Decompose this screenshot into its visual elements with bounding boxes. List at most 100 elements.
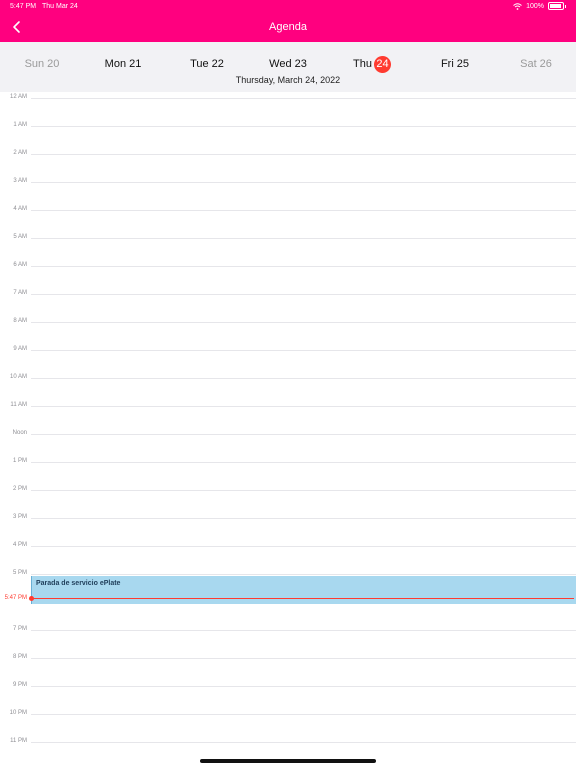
hour-divider: [31, 182, 576, 183]
hour-divider: [31, 126, 576, 127]
status-indicators: 100%: [513, 2, 566, 10]
battery-percent: 100%: [526, 2, 544, 10]
today-number: 24: [373, 56, 391, 73]
day-name: Thu: [353, 58, 372, 70]
hour-label: 9 AM: [13, 346, 27, 352]
hour-divider: [31, 238, 576, 239]
hour-row: 7 PM: [0, 624, 576, 652]
day-name: Sun: [24, 58, 45, 70]
day-fri[interactable]: Fri 25: [425, 56, 485, 72]
hour-row: 10 AM: [0, 372, 576, 400]
hour-divider: [31, 378, 576, 379]
wifi-icon: [513, 2, 522, 10]
hour-row: 9 AM: [0, 344, 576, 372]
hour-divider: [31, 574, 576, 575]
hour-label: 5 PM: [12, 570, 27, 576]
battery-icon: [548, 2, 564, 10]
hour-row: 7 AM: [0, 288, 576, 316]
hour-label: 11 PM: [10, 738, 27, 744]
event-block[interactable]: Parada de servicio ePlate: [31, 576, 576, 604]
hour-divider: [31, 658, 576, 659]
day-sun[interactable]: Sun 20: [12, 56, 72, 72]
hour-row: 11 AM: [0, 400, 576, 428]
hour-row: 9 PM: [0, 680, 576, 708]
week-strip: Sun 20 Mon 21 Tue 22 Wed 23 Thu 24 Fri 25 Sat 2…: [0, 42, 576, 92]
hour-row: 6 AM: [0, 260, 576, 288]
hour-label: 12 AM: [9, 94, 27, 100]
hour-divider: [31, 350, 576, 351]
hour-row: 2 PM: [0, 484, 576, 512]
hour-divider: [31, 154, 576, 155]
hour-label: Noon: [12, 430, 27, 436]
hour-label: 7 AM: [13, 290, 27, 296]
hour-divider: [31, 686, 576, 687]
hour-row: 5 AM: [0, 232, 576, 260]
hour-label: 8 AM: [13, 318, 27, 324]
hour-divider: [31, 266, 576, 267]
day-sat[interactable]: Sat 26: [506, 56, 566, 72]
current-time-label: 5:47 PM: [4, 595, 27, 601]
hour-label: 5 AM: [13, 234, 27, 240]
hour-row: 4 PM: [0, 540, 576, 568]
header-bar: 5:47 PM Thu Mar 24 100% Agenda: [0, 0, 576, 42]
selected-date: Thursday, March 24, 2022: [235, 75, 341, 85]
status-time: 5:47 PM: [10, 3, 37, 10]
hour-divider: [31, 98, 576, 99]
hour-label: 10 PM: [9, 710, 27, 716]
day-tue[interactable]: Tue 22: [177, 56, 237, 72]
day-name: Sat: [520, 58, 537, 70]
hour-label: 1 PM: [12, 458, 27, 464]
hour-label: 4 AM: [13, 206, 27, 212]
day-number: 23: [294, 58, 307, 70]
day-number: 25: [456, 58, 470, 70]
day-number: 20: [47, 58, 60, 70]
hour-row: 2 AM: [0, 148, 576, 176]
hour-label: 9 PM: [12, 682, 27, 688]
hour-label: 3 AM: [13, 178, 27, 184]
hour-divider: [31, 546, 576, 547]
hour-label: 6 AM: [13, 262, 27, 268]
day-mon[interactable]: Mon 21: [93, 56, 153, 72]
hour-label: 2 PM: [12, 486, 27, 492]
day-number: 22: [211, 58, 224, 70]
hour-label: 3 PM: [12, 514, 27, 520]
hour-row: Noon: [0, 428, 576, 456]
hour-label: 1 AM: [13, 122, 27, 128]
hour-label: 2 AM: [13, 150, 27, 156]
hour-row: 3 AM: [0, 176, 576, 204]
day-name: Mon: [104, 58, 127, 70]
day-thu-today[interactable]: Thu 24: [342, 56, 402, 73]
day-name: Wed: [269, 58, 292, 70]
hour-label: 10 AM: [9, 374, 27, 380]
day-number: 26: [539, 58, 552, 70]
hour-label: 8 PM: [12, 654, 27, 660]
hour-divider: [31, 210, 576, 211]
hour-row: 12 AM: [0, 92, 576, 120]
home-indicator[interactable]: [200, 759, 376, 763]
hour-divider: [31, 322, 576, 323]
hour-divider: [31, 630, 576, 631]
hour-label: 4 PM: [12, 542, 27, 548]
hour-row: 10 PM: [0, 708, 576, 736]
current-time-dot: [29, 596, 34, 601]
hour-label: 11 AM: [10, 402, 27, 408]
hour-divider: [31, 406, 576, 407]
hour-divider: [31, 294, 576, 295]
hour-row: 3 PM: [0, 512, 576, 540]
hour-divider: [31, 490, 576, 491]
hour-row: 8 PM: [0, 652, 576, 680]
hour-divider: [31, 462, 576, 463]
hour-divider: [31, 518, 576, 519]
battery-tip: [565, 4, 566, 8]
current-time-line: [31, 598, 574, 599]
hour-divider: [31, 714, 576, 715]
day-name: Fri: [440, 58, 454, 70]
hour-row: 4 AM: [0, 204, 576, 232]
agenda-timeline[interactable]: 12 AM 1 AM 2 AM 3 AM 4 AM 5 AM 6 AM 7 AM…: [0, 92, 576, 768]
hour-row: 1 AM: [0, 120, 576, 148]
hour-divider: [31, 434, 576, 435]
hour-row: 8 AM: [0, 316, 576, 344]
hour-divider: [31, 742, 576, 743]
event-title: Parada de servicio ePlate: [36, 580, 121, 587]
day-wed[interactable]: Wed 23: [258, 56, 318, 72]
